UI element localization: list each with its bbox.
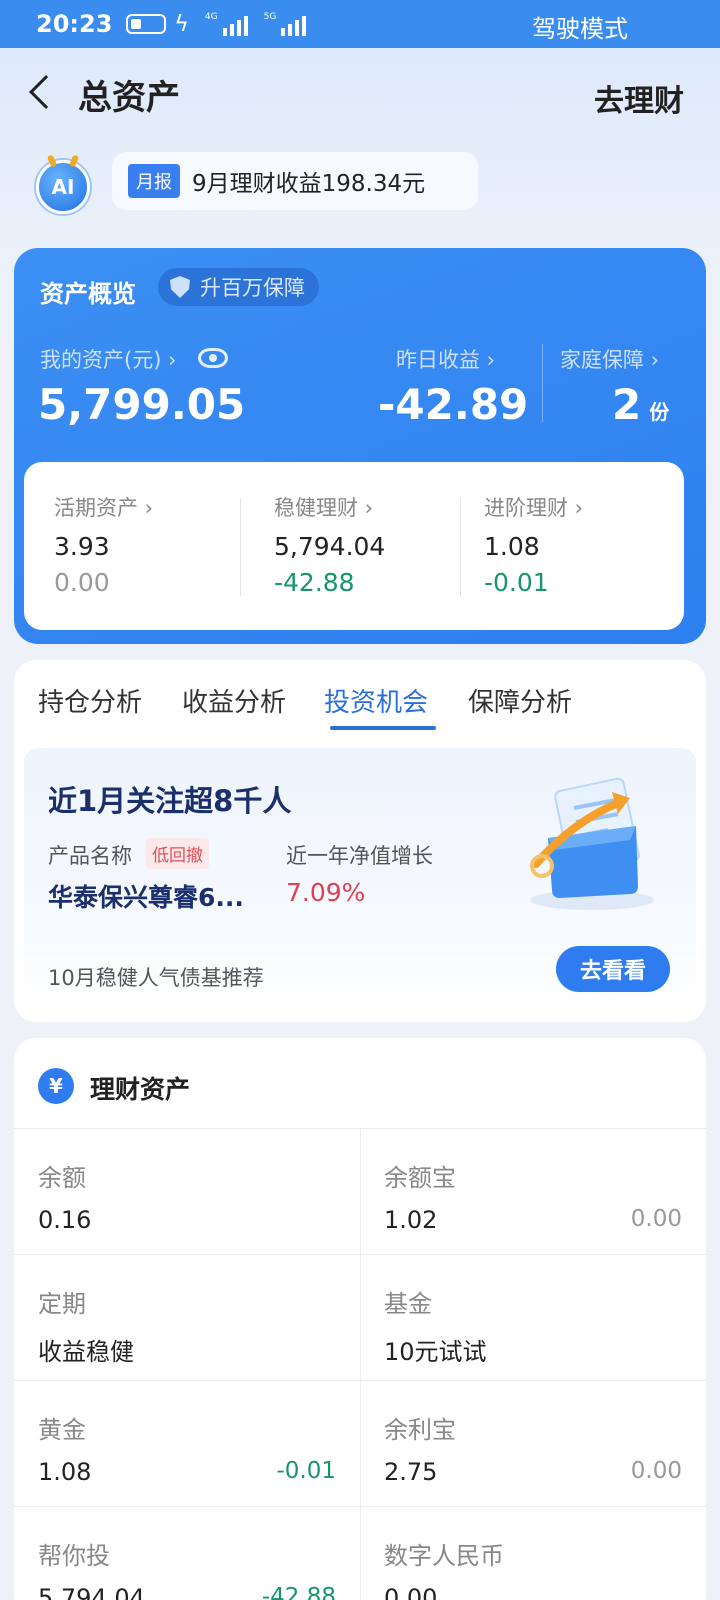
battery-icon: [126, 14, 167, 34]
asset-cell-gold[interactable]: 黄金 1.08 -0.01: [14, 1380, 360, 1506]
yesterday-earnings-value: -42.89: [378, 380, 529, 429]
stable-finance-label: 稳健理财 ›: [274, 496, 374, 520]
asset-cell-value: 0.00: [384, 1584, 438, 1600]
asset-cell-label: 帮你投: [38, 1542, 110, 1570]
asset-cell-value: 2.75: [384, 1458, 438, 1486]
finance-assets-card: ¥ 理财资产 余额 0.16 余额宝 1.02 0.00 定期 收益稳健 基金 …: [14, 1038, 706, 1600]
product-name-label: 产品名称: [48, 844, 132, 868]
annual-growth-label: 近一年净值增长: [286, 844, 433, 868]
network-5g-label: 5G: [263, 12, 277, 22]
asset-cell-label: 黄金: [38, 1416, 86, 1444]
analysis-tabs: 持仓分析 收益分析 投资机会 保障分析: [14, 660, 706, 740]
driving-mode-indicator[interactable]: 驾驶模式: [532, 9, 628, 44]
asset-cell-value: 1.02: [384, 1206, 438, 1234]
my-assets-label[interactable]: 我的资产(元) ›: [40, 344, 176, 374]
charging-icon: ϟ: [174, 11, 189, 37]
asset-cell-fixed-term[interactable]: 定期 收益稳健: [14, 1254, 360, 1380]
tab-protection-analysis[interactable]: 保障分析: [468, 682, 572, 719]
ai-assistant-icon[interactable]: AI: [36, 160, 90, 214]
asset-cell-label: 余额: [38, 1164, 86, 1192]
current-assets[interactable]: 活期资产 › 3.93 0.00: [24, 462, 244, 630]
eye-icon[interactable]: [198, 348, 228, 368]
low-drawdown-tag: 低回撤: [146, 838, 209, 869]
asset-cell-value: 0.16: [38, 1206, 92, 1234]
asset-cell-balance[interactable]: 余额 0.16: [14, 1128, 360, 1254]
signal-5g-icon: 5G: [264, 12, 307, 36]
asset-cell-change: -42.88: [261, 1584, 336, 1600]
asset-cell-yulibao[interactable]: 余利宝 2.75 0.00: [360, 1380, 706, 1506]
asset-cell-fund[interactable]: 基金 10元试试: [360, 1254, 706, 1380]
tab-earnings-analysis[interactable]: 收益分析: [182, 682, 286, 719]
page-title: 总资产: [78, 78, 180, 118]
asset-cell-label: 数字人民币: [384, 1542, 504, 1570]
yen-icon: ¥: [38, 1068, 74, 1104]
protection-upgrade-badge[interactable]: 升百万保障: [158, 268, 319, 306]
yesterday-earnings-label[interactable]: 昨日收益 ›: [396, 344, 495, 374]
view-button[interactable]: 去看看: [556, 946, 670, 992]
monthly-report-tag: 月报: [128, 164, 180, 198]
advanced-finance[interactable]: 进阶理财 › 1.08 -0.01: [454, 462, 674, 630]
asset-overview-card: 资产概览 升百万保障 我的资产(元) › 5,799.05 昨日收益 › -42…: [14, 248, 706, 644]
stable-finance-change: -42.88: [274, 568, 355, 597]
family-protection-unit: 份: [649, 400, 670, 424]
finance-assets-title: 理财资产: [90, 1075, 191, 1104]
family-protection-label[interactable]: 家庭保障 ›: [560, 344, 659, 374]
tab-holding-analysis[interactable]: 持仓分析: [38, 682, 142, 719]
asset-cell-value: 5,794.04: [38, 1584, 145, 1600]
stable-finance-value: 5,794.04: [274, 532, 386, 561]
asset-cell-value: 收益稳健: [38, 1338, 134, 1366]
investment-opportunity-panel[interactable]: 近1月关注超8千人 产品名称 低回撤 近一年净值增长 华泰保兴尊睿6... 7.…: [24, 748, 696, 1012]
analysis-card: 持仓分析 收益分析 投资机会 保障分析 近1月关注超8千人 产品名称 低回撤 近…: [14, 660, 706, 1022]
active-tab-indicator: [330, 726, 436, 730]
asset-cell-value: 1.08: [38, 1458, 92, 1486]
asset-cell-yuebao[interactable]: 余额宝 1.02 0.00: [360, 1128, 706, 1254]
current-assets-label: 活期资产 ›: [54, 496, 154, 520]
status-time: 20:23: [36, 10, 113, 38]
asset-cell-change: 0.00: [630, 1206, 682, 1232]
document-box-illustration-icon: [530, 777, 654, 910]
stable-finance[interactable]: 稳健理财 › 5,794.04 -42.88: [244, 462, 464, 630]
nav-bar: 总资产 去理财: [0, 48, 720, 144]
recommendation-text: 10月稳健人气债基推荐: [48, 966, 264, 990]
current-assets-change: 0.00: [54, 568, 110, 597]
status-bar: 20:23 ϟ 4G 5G 驾驶模式: [0, 0, 720, 48]
asset-cell-managed-invest[interactable]: 帮你投 5,794.04 -42.88: [14, 1506, 360, 1600]
asset-cell-label: 余利宝: [384, 1416, 456, 1444]
advanced-finance-label: 进阶理财 ›: [484, 496, 584, 520]
asset-cell-label: 基金: [384, 1290, 432, 1318]
overview-divider: [542, 344, 543, 422]
breakdown-divider: [240, 498, 241, 596]
monthly-report-text: 9月理财收益198.34元: [192, 171, 426, 197]
back-arrow-icon[interactable]: [29, 75, 63, 109]
tab-investment-opportunity[interactable]: 投资机会: [324, 682, 428, 719]
product-name[interactable]: 华泰保兴尊睿6...: [48, 878, 244, 914]
asset-cell-digital-rmb[interactable]: 数字人民币 0.00: [360, 1506, 706, 1600]
opportunity-headline: 近1月关注超8千人: [48, 784, 292, 818]
asset-cell-label: 余额宝: [384, 1164, 456, 1192]
monthly-report-banner[interactable]: 月报 9月理财收益198.34元: [112, 152, 478, 210]
annual-growth-value: 7.09%: [286, 878, 366, 907]
my-assets-value: 5,799.05: [38, 380, 246, 429]
shield-icon: [170, 276, 190, 298]
family-protection-value: 2份: [612, 380, 669, 429]
advanced-finance-change: -0.01: [484, 568, 549, 597]
protection-upgrade-label: 升百万保障: [200, 276, 305, 300]
asset-breakdown-card: 活期资产 › 3.93 0.00 稳健理财 › 5,794.04 -42.88 …: [24, 462, 684, 630]
signal-4g-icon: 4G: [205, 12, 248, 36]
advanced-finance-value: 1.08: [484, 532, 540, 561]
current-assets-value: 3.93: [54, 532, 110, 561]
network-4g-label: 4G: [204, 12, 218, 22]
asset-cell-change: -0.01: [276, 1458, 336, 1484]
overview-title: 资产概览: [40, 280, 136, 308]
asset-cell-label: 定期: [38, 1290, 86, 1318]
asset-cell-value: 10元试试: [384, 1338, 487, 1366]
family-protection-count: 2: [612, 380, 642, 429]
asset-cell-change: 0.00: [630, 1458, 682, 1484]
go-invest-button[interactable]: 去理财: [594, 76, 684, 120]
